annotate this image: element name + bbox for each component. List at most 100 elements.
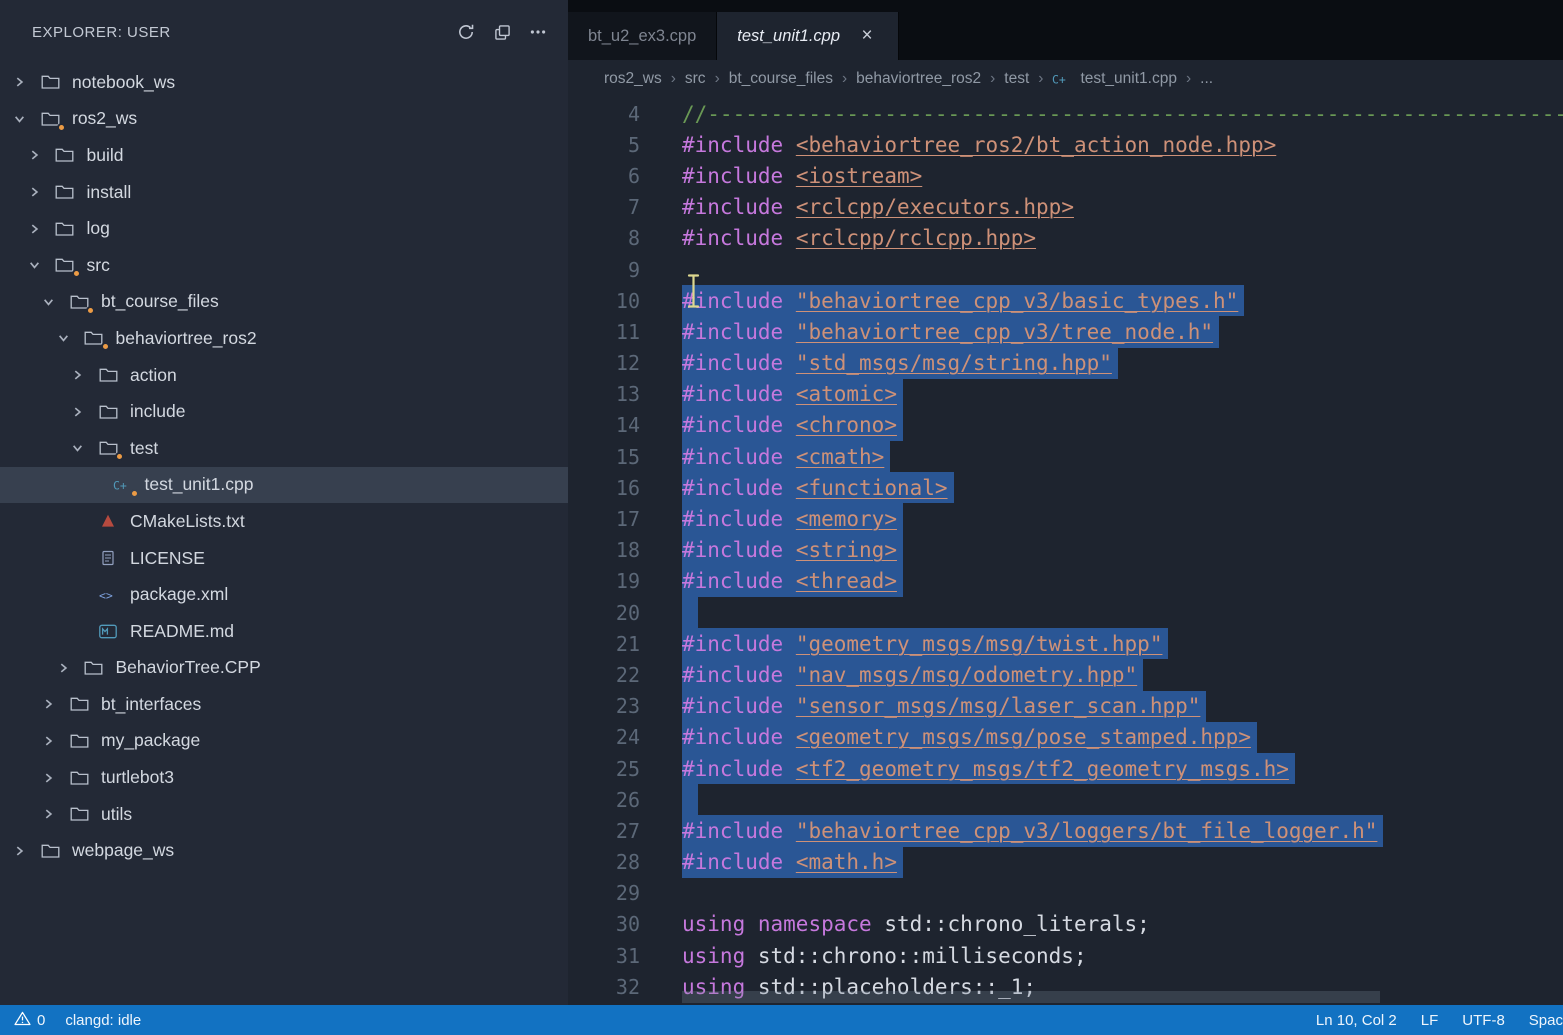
code-line-text[interactable]: #include "behaviortree_cpp_v3/basic_type… xyxy=(682,285,1244,316)
problems-indicator[interactable]: 0 xyxy=(14,1011,45,1030)
tree-item-README.md[interactable]: README.md xyxy=(0,613,568,650)
status-cursor-position[interactable]: Ln 10, Col 2 xyxy=(1316,1012,1397,1029)
tree-item-bt_interfaces[interactable]: bt_interfaces xyxy=(0,686,568,723)
line-number[interactable]: 6 xyxy=(568,164,640,188)
status-indentation[interactable]: Spac xyxy=(1529,1012,1563,1029)
code-line-text[interactable]: #include <iostream> xyxy=(682,160,922,191)
line-number[interactable]: 30 xyxy=(568,912,640,936)
chevron-right-icon[interactable] xyxy=(27,186,53,198)
code-line-text[interactable]: #include "geometry_msgs/msg/twist.hpp" xyxy=(682,628,1168,659)
tree-item-log[interactable]: log xyxy=(0,210,568,247)
chevron-right-icon[interactable] xyxy=(70,369,96,381)
tree-item-my_package[interactable]: my_package xyxy=(0,723,568,760)
line-number[interactable]: 23 xyxy=(568,694,640,718)
status-encoding[interactable]: UTF-8 xyxy=(1462,1012,1505,1029)
code-line-text[interactable]: #include <cmath> xyxy=(682,441,890,472)
line-number[interactable]: 14 xyxy=(568,413,640,437)
chevron-right-icon[interactable] xyxy=(41,772,67,784)
code-line-text[interactable]: #include <string> xyxy=(682,535,903,566)
tree-item-package.xml[interactable]: <>package.xml xyxy=(0,576,568,613)
code-line-text[interactable]: #include "behaviortree_cpp_v3/loggers/bt… xyxy=(682,815,1383,846)
more-actions-icon[interactable] xyxy=(522,17,554,47)
line-number[interactable]: 22 xyxy=(568,663,640,687)
chevron-right-icon[interactable] xyxy=(41,808,67,820)
code-line-text[interactable]: #include "nav_msgs/msg/odometry.hpp" xyxy=(682,659,1143,690)
line-number[interactable]: 17 xyxy=(568,507,640,531)
code-line-text[interactable]: #include <math.h> xyxy=(682,847,903,878)
line-number[interactable]: 24 xyxy=(568,725,640,749)
tree-item-src[interactable]: src xyxy=(0,247,568,284)
tree-item-notebook_ws[interactable]: notebook_ws xyxy=(0,64,568,101)
breadcrumb-item-...[interactable]: ... xyxy=(1200,70,1213,88)
line-number[interactable]: 10 xyxy=(568,289,640,313)
line-number[interactable]: 9 xyxy=(568,258,640,282)
tree-item-BehaviorTree.CPP[interactable]: BehaviorTree.CPP xyxy=(0,650,568,687)
chevron-down-icon[interactable] xyxy=(70,442,96,454)
close-icon[interactable]: × xyxy=(856,25,878,47)
chevron-down-icon[interactable] xyxy=(27,259,53,271)
line-number[interactable]: 19 xyxy=(568,569,640,593)
split-editor-icon[interactable] xyxy=(486,17,518,47)
status-eol-sequence[interactable]: LF xyxy=(1421,1012,1439,1029)
code-line-text[interactable]: #include <rclcpp/rclcpp.hpp> xyxy=(682,223,1036,254)
chevron-down-icon[interactable] xyxy=(12,113,38,125)
tree-item-test_unit1.cpp[interactable]: C+test_unit1.cpp xyxy=(0,467,568,504)
line-number[interactable]: 8 xyxy=(568,226,640,250)
language-server-status[interactable]: clangd: idle xyxy=(65,1012,141,1029)
tab-test_unit1.cpp[interactable]: test_unit1.cpp× xyxy=(717,12,899,60)
line-number[interactable]: 26 xyxy=(568,788,640,812)
chevron-right-icon[interactable] xyxy=(56,662,82,674)
code-line-text[interactable]: #include <functional> xyxy=(682,472,954,503)
code-line-text[interactable] xyxy=(682,597,698,628)
tree-item-test[interactable]: test xyxy=(0,430,568,467)
chevron-right-icon[interactable] xyxy=(12,76,38,88)
chevron-down-icon[interactable] xyxy=(56,332,82,344)
breadcrumb-item-test[interactable]: test xyxy=(1004,70,1029,88)
refresh-icon[interactable] xyxy=(450,17,482,47)
code-line-text[interactable]: #include "sensor_msgs/msg/laser_scan.hpp… xyxy=(682,691,1206,722)
line-number[interactable]: 18 xyxy=(568,538,640,562)
breadcrumb-item-behaviortree_ros2[interactable]: behaviortree_ros2 xyxy=(856,70,981,88)
code-line-text[interactable]: #include <atomic> xyxy=(682,379,903,410)
code-line-text[interactable]: //--------------------------------------… xyxy=(682,98,1563,129)
line-number[interactable]: 4 xyxy=(568,102,640,126)
horizontal-scrollbar[interactable] xyxy=(682,991,1380,1003)
breadcrumb-item-test_unit1.cpp[interactable]: test_unit1.cpp xyxy=(1080,70,1177,88)
tree-item-include[interactable]: include xyxy=(0,393,568,430)
tree-item-webpage_ws[interactable]: webpage_ws xyxy=(0,832,568,869)
breadcrumb-item-ros2_ws[interactable]: ros2_ws xyxy=(604,70,662,88)
breadcrumb-item-bt_course_files[interactable]: bt_course_files xyxy=(729,70,833,88)
chevron-right-icon[interactable] xyxy=(27,149,53,161)
tab-bt_u2_ex3.cpp[interactable]: bt_u2_ex3.cpp xyxy=(568,12,717,60)
tree-item-bt_course_files[interactable]: bt_course_files xyxy=(0,284,568,321)
line-number[interactable]: 20 xyxy=(568,601,640,625)
line-number[interactable]: 27 xyxy=(568,819,640,843)
chevron-right-icon[interactable] xyxy=(70,406,96,418)
code-line-text[interactable]: #include "behaviortree_cpp_v3/tree_node.… xyxy=(682,316,1219,347)
line-number[interactable]: 28 xyxy=(568,850,640,874)
chevron-right-icon[interactable] xyxy=(12,845,38,857)
tree-item-CMakeLists.txt[interactable]: CMakeLists.txt xyxy=(0,503,568,540)
line-number[interactable]: 16 xyxy=(568,476,640,500)
breadcrumb-item-src[interactable]: src xyxy=(685,70,706,88)
chevron-right-icon[interactable] xyxy=(41,735,67,747)
line-number[interactable]: 13 xyxy=(568,382,640,406)
chevron-right-icon[interactable] xyxy=(27,223,53,235)
tree-item-behaviortree_ros2[interactable]: behaviortree_ros2 xyxy=(0,320,568,357)
code-line-text[interactable]: #include <behaviortree_ros2/bt_action_no… xyxy=(682,129,1276,160)
tree-item-build[interactable]: build xyxy=(0,137,568,174)
code-area[interactable]: 4 //-------------------------------------… xyxy=(568,98,1563,1005)
tree-item-LICENSE[interactable]: LICENSE xyxy=(0,540,568,577)
line-number[interactable]: 11 xyxy=(568,320,640,344)
tree-item-action[interactable]: action xyxy=(0,357,568,394)
tree-item-turtlebot3[interactable]: turtlebot3 xyxy=(0,759,568,796)
code-line-text[interactable]: #include <memory> xyxy=(682,503,903,534)
line-number[interactable]: 5 xyxy=(568,133,640,157)
code-line-text[interactable]: #include "std_msgs/msg/string.hpp" xyxy=(682,348,1118,379)
code-line-text[interactable]: #include <tf2_geometry_msgs/tf2_geometry… xyxy=(682,753,1295,784)
code-line-text[interactable]: #include <thread> xyxy=(682,566,903,597)
line-number[interactable]: 31 xyxy=(568,944,640,968)
tree-item-utils[interactable]: utils xyxy=(0,796,568,833)
line-number[interactable]: 7 xyxy=(568,195,640,219)
line-number[interactable]: 15 xyxy=(568,445,640,469)
